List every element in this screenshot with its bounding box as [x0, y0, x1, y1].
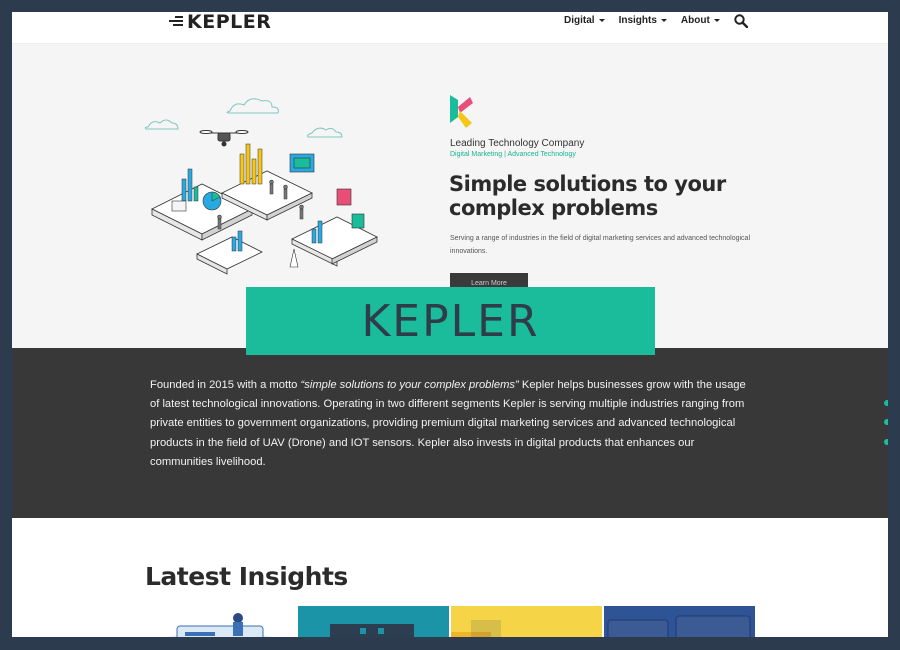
menu-insights-label: Insights	[618, 15, 657, 26]
company-descriptor: Leading Technology Company	[450, 138, 585, 149]
kepler-banner: KEPLER	[246, 287, 655, 355]
insight-card[interactable]	[298, 606, 449, 637]
insight-card[interactable]	[604, 606, 755, 637]
insight-card[interactable]	[451, 606, 602, 637]
site-logo[interactable]: KEPLER	[169, 12, 272, 33]
insights-cards	[145, 606, 755, 637]
insight-card-image	[330, 624, 414, 637]
insight-card-image	[451, 620, 501, 637]
side-nav-dot[interactable]	[884, 419, 888, 425]
page-frame: KEPLER Digital Insights About Leading Te…	[12, 12, 888, 637]
hero-tagline: Digital Marketing | Advanced Technology	[450, 151, 576, 158]
about-paragraph: Founded in 2015 with a motto “simple sol…	[150, 376, 750, 472]
menu-digital[interactable]: Digital	[564, 15, 605, 26]
insight-card-image	[166, 613, 274, 637]
menu-digital-label: Digital	[564, 15, 595, 26]
main-menu: Digital Insights About	[564, 15, 720, 26]
caret-down-icon	[598, 19, 605, 22]
about-motto: “simple solutions to your complex proble…	[300, 379, 519, 391]
insight-card-image	[607, 615, 751, 637]
about-body: Kepler helps businesses grow with the us…	[150, 379, 746, 468]
about-intro: Founded in 2015 with a motto	[150, 379, 301, 391]
logo-text: KEPLER	[187, 12, 272, 33]
menu-insights[interactable]: Insights	[619, 15, 667, 26]
insight-card[interactable]	[145, 606, 296, 637]
side-nav-dot[interactable]	[884, 400, 888, 406]
menu-about-label: About	[680, 15, 710, 26]
search-icon[interactable]	[734, 14, 748, 28]
isometric-city-illustration	[144, 98, 378, 275]
logo-lines-icon	[169, 16, 183, 28]
menu-about[interactable]: About	[681, 15, 720, 26]
top-navbar: KEPLER Digital Insights About	[12, 12, 888, 44]
hero-headline: Simple solutions to your complex problem…	[449, 172, 726, 220]
hero-description: Serving a range of industries in the fie…	[450, 235, 751, 255]
banner-text: KEPLER	[361, 295, 540, 347]
caret-down-icon	[713, 19, 720, 22]
caret-down-icon	[660, 19, 667, 22]
side-nav-dot[interactable]	[884, 439, 888, 445]
about-section: Founded in 2015 with a motto “simple sol…	[12, 348, 888, 518]
kepler-k-mark-icon	[450, 95, 473, 128]
insights-heading: Latest Insights	[145, 562, 348, 591]
